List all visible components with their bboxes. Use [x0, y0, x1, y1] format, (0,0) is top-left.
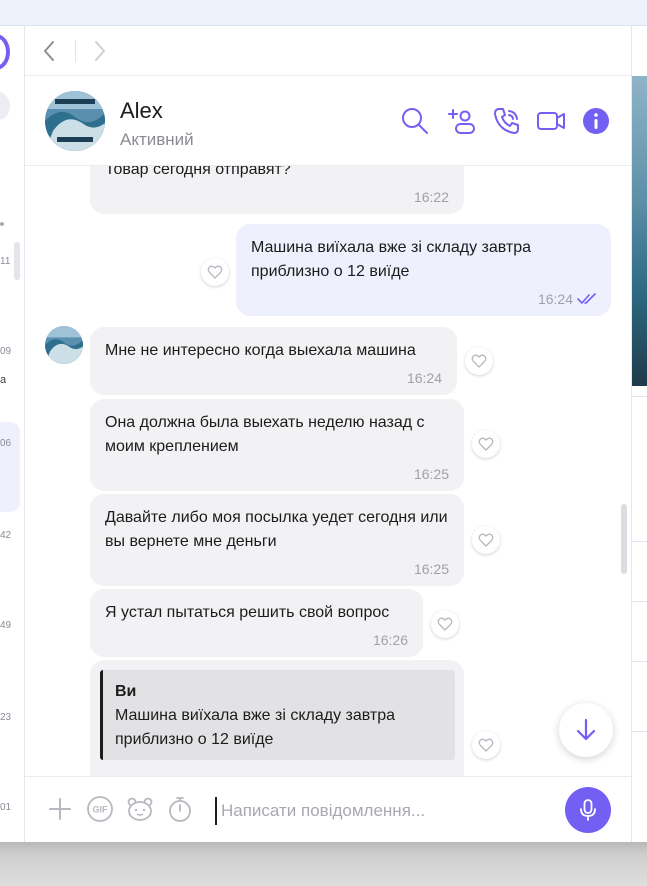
- quoted-message[interactable]: Ви Машина виїхала вже зі складу завтра п…: [100, 670, 455, 760]
- nav-divider: [75, 40, 76, 62]
- selected-chat-highlight[interactable]: [0, 422, 20, 512]
- message-time: 16:26: [372, 632, 408, 648]
- info-icon[interactable]: [581, 106, 611, 136]
- contact-info-panel: [631, 26, 647, 842]
- message-area[interactable]: Товар сегодня отправят? 16:22 Машина виї…: [25, 166, 631, 776]
- message-input[interactable]: [215, 797, 555, 825]
- message-bubble-outgoing[interactable]: Машина виїхала вже зі складу завтра приб…: [236, 224, 611, 316]
- panel-divider: [632, 396, 647, 397]
- message-bubble-incoming[interactable]: Товар сегодня отправят? 16:22: [90, 166, 464, 214]
- panel-divider: [632, 661, 647, 662]
- contact-avatar-small[interactable]: [45, 326, 83, 364]
- contact-photo: [632, 76, 647, 386]
- message-bubble-incoming[interactable]: Мне не интересно когда выехала машина 16…: [90, 327, 457, 395]
- chat-time: 23: [0, 712, 12, 723]
- like-heart-icon[interactable]: [472, 430, 500, 458]
- messages-scrollbar[interactable]: [621, 504, 627, 574]
- panel-divider: [632, 541, 647, 542]
- contact-name[interactable]: Alex: [120, 98, 163, 124]
- message-text: Давайте либо моя посылка уедет сегодня и…: [105, 509, 448, 550]
- like-heart-icon[interactable]: [201, 258, 229, 286]
- chat-list-scrollbar[interactable]: [14, 242, 20, 280]
- chat-time: 01: [0, 802, 12, 813]
- message-text: Она должна была выехать неделю назад с м…: [105, 414, 425, 455]
- chat-header: Alex Активний: [25, 76, 631, 166]
- sticker-icon[interactable]: [126, 795, 154, 823]
- timer-icon[interactable]: [166, 795, 194, 823]
- contact-avatar[interactable]: [45, 91, 105, 151]
- panel-divider: [632, 601, 647, 602]
- microphone-icon[interactable]: [565, 787, 611, 833]
- chat-fragment: а: [0, 374, 7, 386]
- quote-author: Ви: [115, 683, 137, 700]
- chat-time: 06: [0, 438, 12, 449]
- gif-icon[interactable]: GIF: [86, 795, 114, 823]
- plus-icon[interactable]: [46, 795, 74, 823]
- window-shadow-area: [0, 842, 647, 886]
- chat-time: 11: [0, 256, 11, 267]
- search-circle-icon[interactable]: [0, 92, 10, 120]
- message-composer: GIF: [25, 776, 631, 842]
- message-text: Машина виїхала вже зі складу завтра приб…: [251, 239, 532, 280]
- navigation-bar: [25, 26, 631, 76]
- chat-list-sidebar: 11 09 а 06 42 49 23 01: [0, 26, 25, 842]
- message-text: Мне не интересно когда выехала машина: [105, 342, 416, 359]
- message-bubble-incoming[interactable]: Я устал пытаться решить свой вопрос 16:2…: [90, 589, 423, 657]
- panel-divider: [632, 731, 647, 732]
- double-check-icon: [577, 293, 596, 304]
- chat-time: 09: [0, 346, 12, 357]
- like-heart-icon[interactable]: [472, 731, 500, 759]
- message-bubble-incoming[interactable]: Она должна была выехать неделю назад с м…: [90, 399, 464, 491]
- profile-avatar[interactable]: [0, 34, 10, 70]
- video-call-icon[interactable]: [536, 106, 566, 136]
- search-icon[interactable]: [400, 106, 430, 136]
- chevron-left-icon[interactable]: [38, 38, 62, 64]
- message-text: Я устал пытаться решить свой вопрос: [105, 604, 390, 621]
- chat-time: 49: [0, 620, 12, 631]
- window-top-strip: [0, 0, 647, 26]
- chevron-right-icon[interactable]: [87, 38, 111, 64]
- message-time: 16:25: [413, 561, 449, 577]
- contact-status: Активний: [120, 130, 194, 149]
- like-heart-icon[interactable]: [472, 526, 500, 554]
- quote-text: Машина виїхала вже зі складу завтра приб…: [115, 707, 396, 748]
- add-participant-icon[interactable]: [446, 106, 476, 136]
- message-time: 16:24: [537, 291, 573, 307]
- message-bubble-reply[interactable]: Ви Машина виїхала вже зі складу завтра п…: [90, 660, 464, 776]
- like-heart-icon[interactable]: [431, 610, 459, 638]
- message-time: 16:22: [413, 189, 449, 205]
- message-text: Товар сегодня отправят?: [105, 166, 291, 178]
- call-icon[interactable]: [492, 106, 522, 136]
- message-time: 16:25: [413, 466, 449, 482]
- like-heart-icon[interactable]: [465, 347, 493, 375]
- arrow-down-icon[interactable]: [559, 703, 613, 757]
- message-time: 16:24: [406, 370, 442, 386]
- svg-text:GIF: GIF: [93, 805, 109, 815]
- message-bubble-incoming[interactable]: Давайте либо моя посылка уедет сегодня и…: [90, 494, 464, 586]
- dot-icon: [0, 222, 4, 226]
- chat-time: 42: [0, 530, 12, 541]
